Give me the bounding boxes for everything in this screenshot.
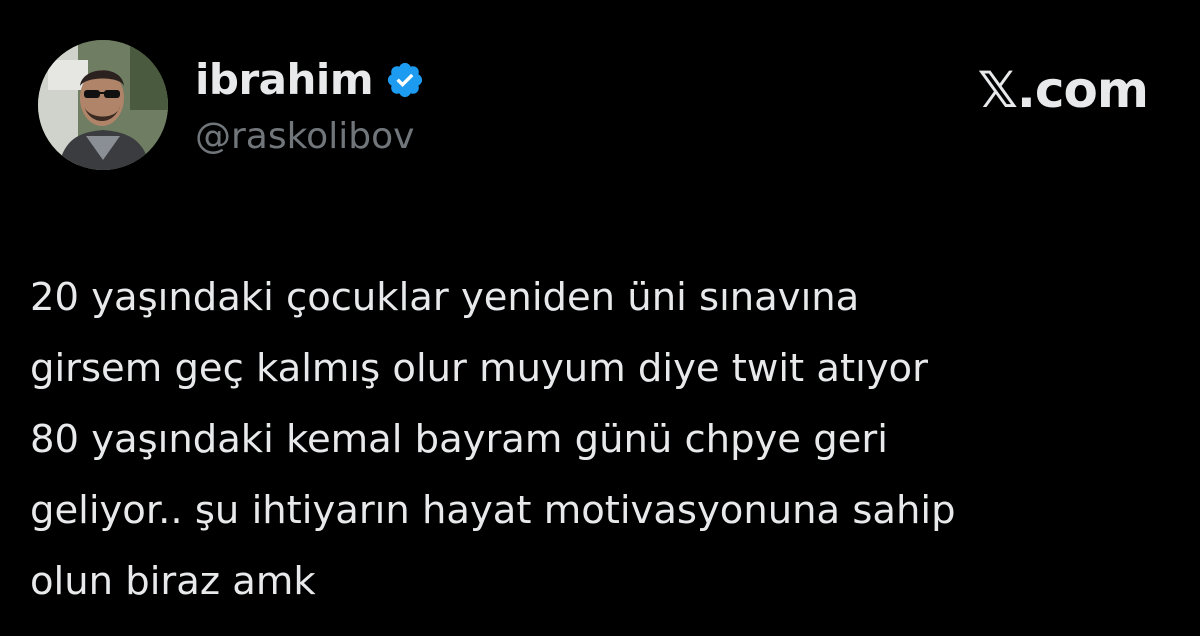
avatar-photo-icon xyxy=(38,40,168,170)
author-name-row[interactable]: ibrahim xyxy=(195,52,425,108)
x-logo: 𝕏.com xyxy=(977,61,1149,119)
author-handle[interactable]: @raskolibov xyxy=(195,112,414,162)
avatar[interactable] xyxy=(38,40,168,170)
tweet-text: 20 yaşındaki çocuklar yeniden üni sınavı… xyxy=(30,275,956,604)
tweet-card: ibrahim @raskolibov 𝕏.com 20 yaşındaki ç… xyxy=(0,0,1200,636)
display-name[interactable]: ibrahim xyxy=(195,52,374,108)
verified-badge-icon xyxy=(387,62,423,98)
